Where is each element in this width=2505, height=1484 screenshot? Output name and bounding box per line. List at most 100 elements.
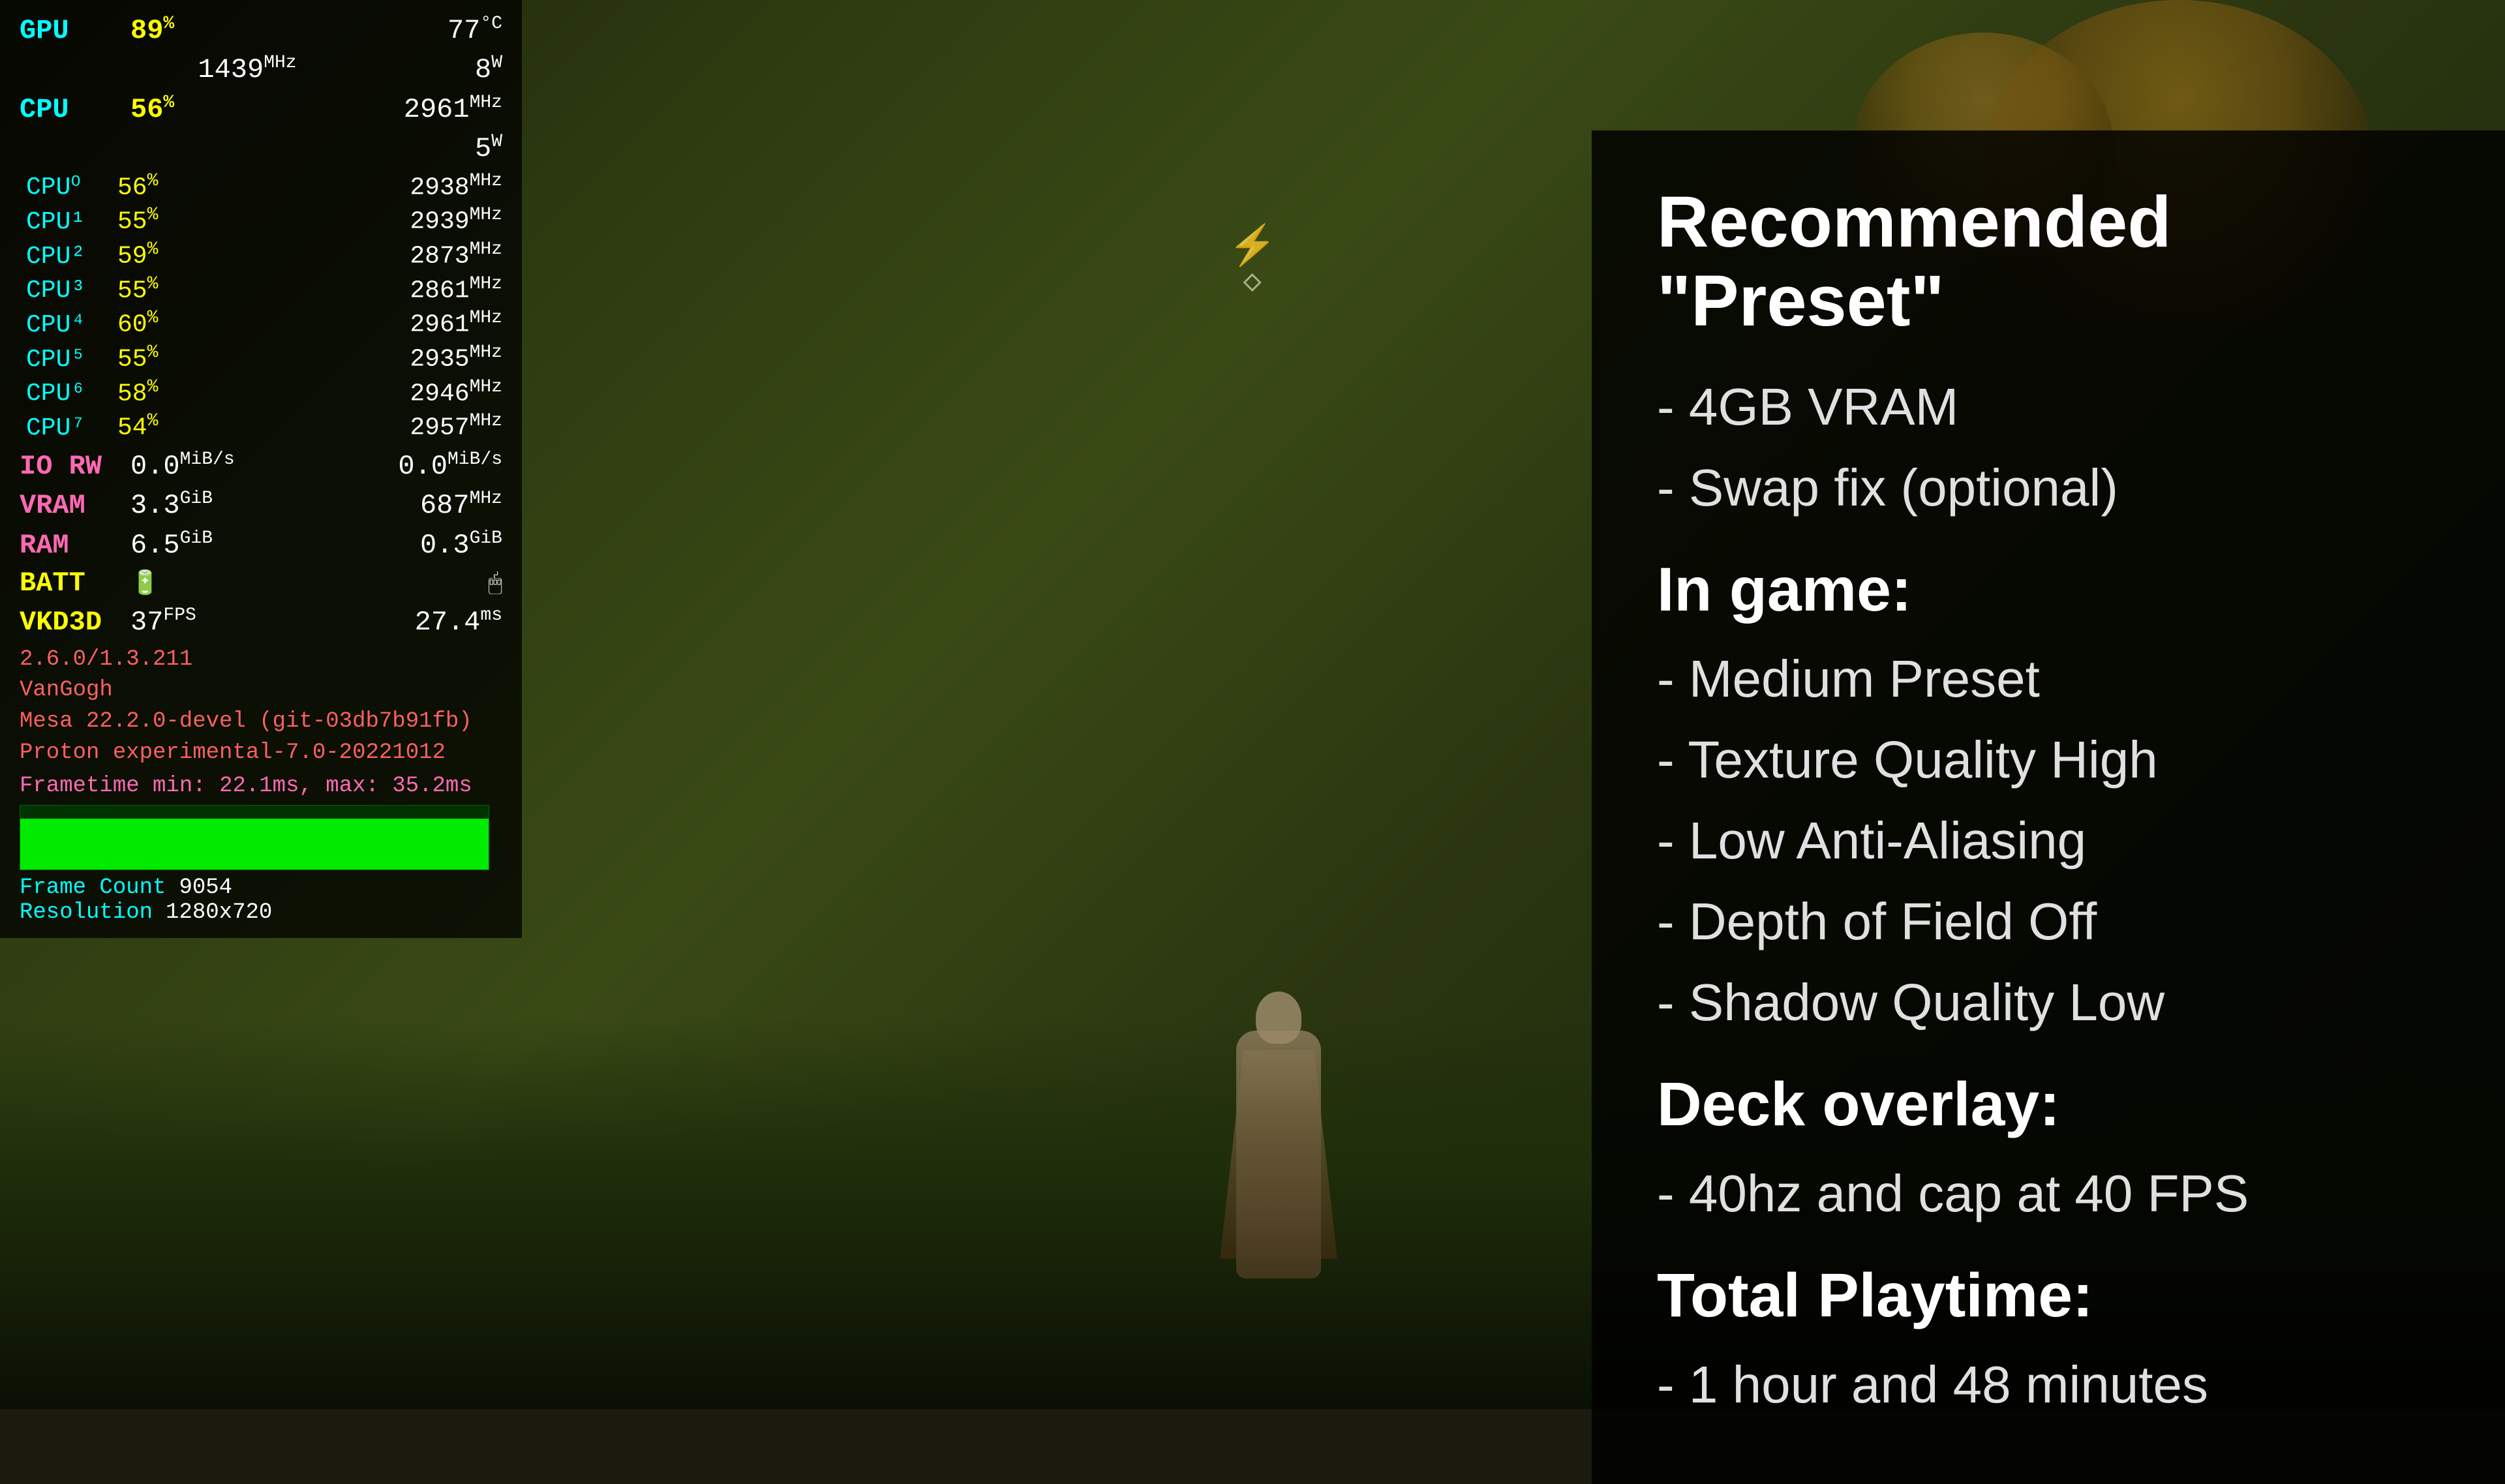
char-body (1236, 1031, 1321, 1279)
resolution-label: Resolution (20, 900, 153, 925)
cpu6-freq: 2946MHz (410, 377, 502, 408)
cpu5-label: CPU⁵ (26, 346, 117, 374)
cpu2-freq: 2873MHz (410, 239, 502, 271)
crosshair-diamond (1243, 273, 1262, 292)
batt-cursor: 🖱 (488, 570, 502, 598)
frametime-chart (20, 805, 489, 870)
frametime-label: Frametime (20, 774, 140, 798)
version-info: 2.6.0/1.3.211 VanGogh Mesa 22.2.0-devel … (20, 644, 502, 768)
cpu-label: CPU (20, 93, 130, 126)
cpu7-freq: 2957MHz (410, 411, 502, 442)
playtime-item: - 1 hour and 48 minutes (1657, 1351, 2440, 1419)
cpu3-row: CPU³ 55% 2861MHz (26, 274, 502, 305)
ingame-title: In game: (1657, 554, 2440, 626)
cpu7-label: CPU⁷ (26, 414, 117, 442)
cpu4-usage: 60% (117, 308, 158, 339)
cpu7-usage: 54% (117, 411, 158, 442)
ram-used: 6.5GiB (130, 528, 213, 562)
ram-label: RAM (20, 529, 130, 562)
cpu1-usage: 55% (117, 205, 158, 236)
cpu7-row: CPU⁷ 54% 2957MHz (26, 411, 502, 442)
vram-used: 3.3GiB (130, 488, 213, 522)
vram-item: - 4GB VRAM (1657, 373, 2440, 441)
char-head (1256, 992, 1301, 1044)
gpu-power: 8W (475, 52, 502, 86)
frametime-row: Frametime min: 22.1ms, max: 35.2ms (20, 774, 502, 798)
cpu0-label: CPU⁰ (26, 171, 117, 202)
cpu0-row: CPU⁰ 56% 2938MHz (26, 171, 502, 202)
batt-label: BATT (20, 567, 130, 599)
cpu2-label: CPU² (26, 243, 117, 271)
ingame-item-0: - Medium Preset (1657, 645, 2440, 713)
cpu0-freq: 2938MHz (410, 171, 502, 202)
ram-row: RAM 6.5GiB 0.3GiB (20, 528, 502, 562)
ingame-item-1: - Texture Quality High (1657, 726, 2440, 794)
cpu3-label: CPU³ (26, 277, 117, 305)
ingame-item-2: - Low Anti-Aliasing (1657, 807, 2440, 875)
cpu-usage: 56% (130, 92, 174, 126)
cpu4-label: CPU⁴ (26, 311, 117, 339)
gpu-label: GPU (20, 14, 130, 47)
frame-count-value: 9054 (179, 875, 232, 900)
proton-version: Proton experimental-7.0-20221012 (20, 738, 502, 769)
cpu-power-row: 5W (20, 131, 502, 165)
cpu2-usage: 59% (117, 239, 158, 271)
crosshair: ⚡ (1228, 222, 1277, 289)
cpu5-freq: 2935MHz (410, 342, 502, 374)
playtime-title: Total Playtime: (1657, 1260, 2440, 1331)
gpu-row: GPU 89% 77°C (20, 13, 502, 47)
gpu-freq: 1439MHz (198, 52, 296, 86)
fps-label: VKD3D (20, 606, 130, 639)
cpu6-usage: 58% (117, 377, 158, 408)
info-panel: Recommended "Preset" - 4GB VRAM - Swap f… (1592, 130, 2505, 1484)
cpu5-row: CPU⁵ 55% 2935MHz (26, 342, 502, 374)
vram-freq: 687MHz (420, 488, 502, 522)
frametime-bar (20, 819, 489, 870)
mesa-version: Mesa 22.2.0-devel (git-03db7b91fb) (20, 706, 502, 738)
fps-value: 37FPS (130, 605, 196, 639)
io-label: IO RW (20, 450, 130, 483)
cpu1-row: CPU¹ 55% 2939MHz (26, 205, 502, 236)
frametime-minmax: min: 22.1ms, max: 35.2ms (153, 774, 472, 798)
cpu2-row: CPU² 59% 2873MHz (26, 239, 502, 271)
batt-icon: 🔋 (130, 570, 160, 598)
cpu-row: CPU 56% 2961MHz (20, 92, 502, 126)
frame-count-label: Frame Count (20, 875, 166, 900)
frame-count-row: Frame Count 9054 (20, 875, 502, 900)
cpu5-usage: 55% (117, 342, 158, 374)
cpu4-freq: 2961MHz (410, 308, 502, 339)
cpu1-freq: 2939MHz (410, 205, 502, 236)
resolution-value: 1280x720 (166, 900, 272, 925)
gpu-name: VanGogh (20, 675, 502, 706)
cpu1-label: CPU¹ (26, 208, 117, 236)
bottom-stats: Frame Count 9054 Resolution 1280x720 (20, 875, 502, 925)
cpu6-row: CPU⁶ 58% 2946MHz (26, 377, 502, 408)
lightning-icon: ⚡ (1228, 222, 1277, 271)
performance-overlay: GPU 89% 77°C 1439MHz 8W CPU 56% 2961MHz … (0, 0, 522, 938)
deck-item: - 40hz and cap at 40 FPS (1657, 1160, 2440, 1228)
io-row: IO RW 0.0MiB/s 0.0MiB/s (20, 449, 502, 483)
version-number: 2.6.0/1.3.211 (20, 644, 502, 676)
cpu3-usage: 55% (117, 274, 158, 305)
ingame-item-3: - Depth of Field Off (1657, 888, 2440, 956)
batt-row: BATT 🔋 🖱 (20, 567, 502, 599)
cpu4-row: CPU⁴ 60% 2961MHz (26, 308, 502, 339)
panel-title: Recommended "Preset" (1657, 183, 2440, 341)
deck-title: Deck overlay: (1657, 1069, 2440, 1140)
io-write: 0.0MiB/s (398, 449, 502, 483)
character (1213, 952, 1344, 1279)
cpu-freq: 2961MHz (404, 92, 502, 126)
cpu-power: 5W (475, 131, 502, 165)
ram-other: 0.3GiB (420, 528, 502, 562)
cpu0-usage: 56% (117, 171, 158, 202)
gpu-usage: 89% (130, 13, 174, 47)
cpu6-label: CPU⁶ (26, 380, 117, 408)
fps-row: VKD3D 37FPS 27.4ms (20, 605, 502, 639)
vram-row: VRAM 3.3GiB 687MHz (20, 488, 502, 522)
resolution-row: Resolution 1280x720 (20, 900, 502, 925)
io-read: 0.0MiB/s (130, 449, 235, 483)
vram-label: VRAM (20, 489, 130, 522)
gpu-freq-row: 1439MHz 8W (20, 52, 502, 86)
swap-item: - Swap fix (optional) (1657, 454, 2440, 522)
cpu3-freq: 2861MHz (410, 274, 502, 305)
